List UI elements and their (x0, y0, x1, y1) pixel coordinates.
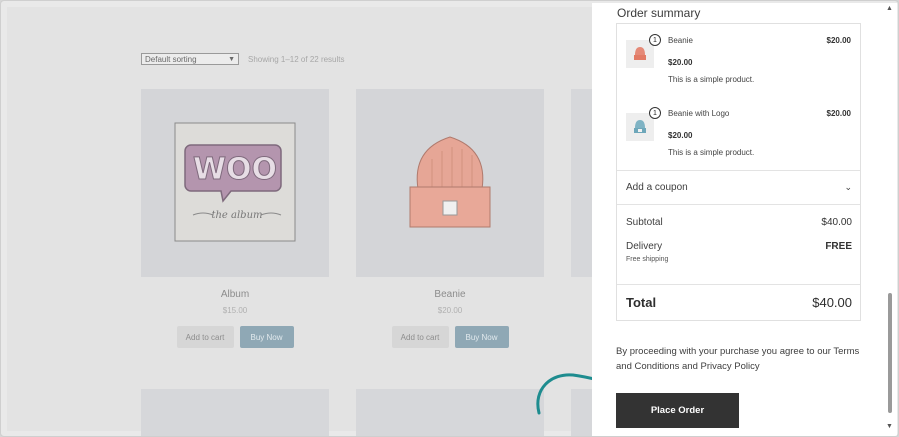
chevron-down-icon: ▼ (228, 55, 235, 63)
chevron-down-icon: ⌄ (844, 182, 852, 192)
order-summary-title: Order summary (617, 6, 701, 20)
sort-select[interactable]: Default sorting ▼ (141, 53, 239, 65)
subtotal-row: Subtotal $40.00 (626, 217, 852, 228)
scroll-down-icon[interactable]: ▼ (886, 423, 893, 430)
total-value: $40.00 (812, 295, 852, 310)
delivery-label: Delivery (626, 241, 663, 252)
item-description: This is a simple product. (668, 148, 755, 157)
scroll-thumb[interactable] (888, 293, 892, 413)
panel-scrollbar[interactable]: ▲ ▼ (885, 3, 897, 436)
order-item: 1 Beanie $20.00 $20.00 This is a simple … (617, 24, 860, 94)
product-image-row2 (141, 389, 329, 436)
subtotal-value: $40.00 (821, 217, 852, 228)
sort-select-label: Default sorting (145, 54, 197, 64)
add-to-cart-button[interactable]: Add to cart (391, 326, 449, 348)
scroll-up-icon[interactable]: ▲ (886, 5, 893, 12)
item-price: $20.00 (668, 131, 693, 140)
delivery-value: FREE (825, 241, 852, 252)
result-count: Showing 1–12 of 22 results (248, 54, 345, 64)
browser-frame: Default sorting ▼ Showing 1–12 of 22 res… (0, 0, 899, 437)
delivery-note: Free shipping (626, 256, 669, 263)
delivery-row: Delivery FREE (626, 241, 852, 252)
item-name: Beanie with Logo (668, 109, 730, 118)
svg-text:WOO: WOO (193, 152, 277, 187)
svg-text:the album: the album (211, 210, 262, 221)
product-image-beanie[interactable] (356, 89, 544, 277)
beanie-hat-icon (409, 136, 491, 228)
add-coupon-toggle[interactable]: Add a coupon ⌄ (626, 182, 852, 193)
total-row: Total $40.00 (626, 295, 852, 310)
order-summary-box: 1 Beanie $20.00 $20.00 This is a simple … (616, 23, 861, 321)
product-image-album[interactable]: WOO the album (141, 89, 329, 277)
product-price: $15.00 (222, 306, 248, 315)
buy-now-button[interactable]: Buy Now (239, 326, 294, 348)
add-to-cart-button[interactable]: Add to cart (176, 326, 234, 348)
item-quantity-badge: 1 (649, 107, 661, 119)
product-name[interactable]: Beanie (356, 289, 544, 300)
item-name: Beanie (668, 36, 693, 45)
terms-text: By proceeding with your purchase you agr… (616, 346, 860, 372)
checkout-panel: Order summary 1 Beanie $20.00 $20.00 Thi… (592, 3, 885, 436)
item-total: $20.00 (826, 36, 851, 45)
item-price: $20.00 (668, 58, 693, 67)
sort-row: Default sorting ▼ Showing 1–12 of 22 res… (141, 53, 345, 65)
product-card-album: WOO the album Album $15.00 Add to cart B… (141, 89, 329, 348)
divider (617, 284, 860, 285)
product-card-beanie: Beanie $20.00 Add to cart Buy Now (356, 89, 544, 348)
item-total: $20.00 (826, 109, 851, 118)
buy-now-button[interactable]: Buy Now (454, 326, 509, 348)
beanie-icon (634, 47, 646, 60)
total-label: Total (626, 295, 657, 310)
product-name[interactable]: Album (141, 289, 329, 300)
product-image-row2 (356, 389, 544, 436)
divider (617, 170, 860, 171)
item-quantity-badge: 1 (649, 34, 661, 46)
item-description: This is a simple product. (668, 75, 755, 84)
divider (617, 204, 860, 205)
beanie-logo-icon (634, 120, 646, 133)
coupon-label: Add a coupon (626, 182, 688, 193)
woo-album-art-icon: WOO the album (174, 122, 296, 242)
subtotal-label: Subtotal (626, 217, 663, 228)
place-order-button[interactable]: Place Order (616, 393, 739, 428)
shop-page-overlay: Default sorting ▼ Showing 1–12 of 22 res… (7, 7, 598, 436)
product-price: $20.00 (437, 306, 463, 315)
order-item: 1 Beanie with Logo $20.00 $20.00 This is… (617, 97, 860, 167)
